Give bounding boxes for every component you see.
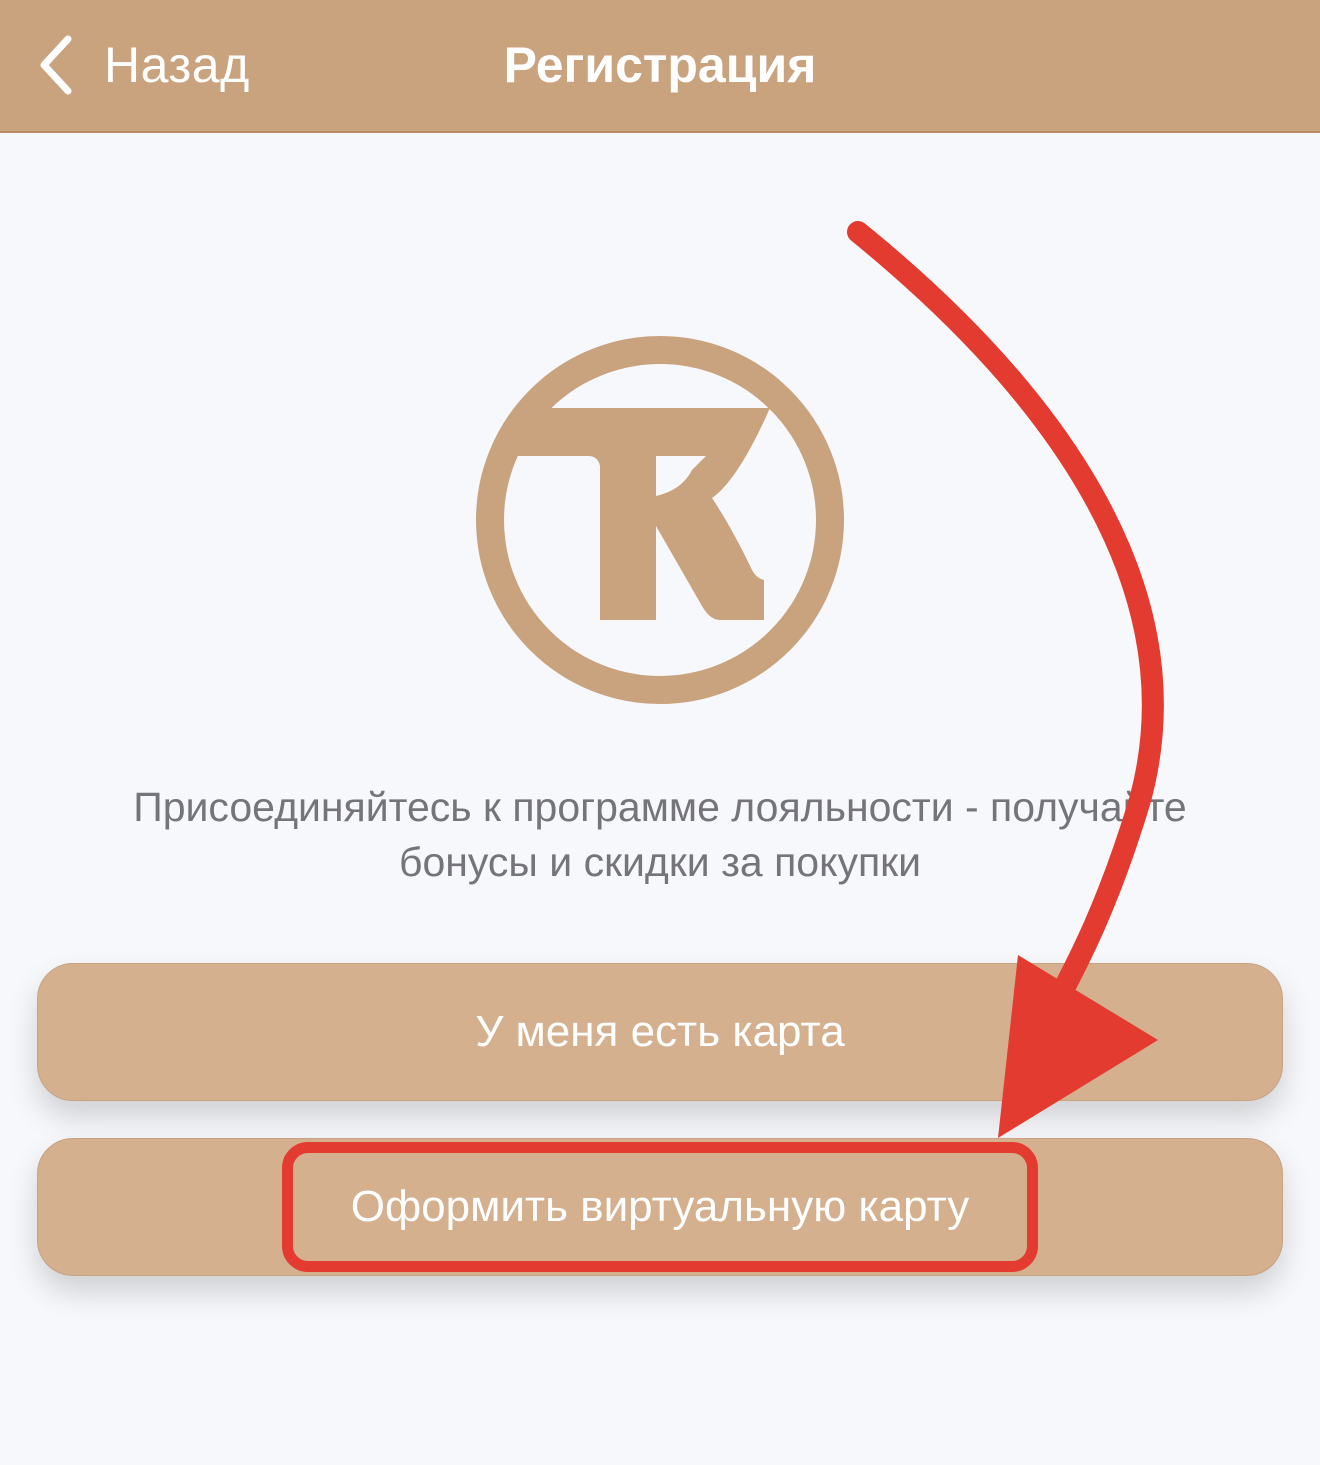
tagline: Присоединяйтесь к программе лояльности -… <box>20 780 1300 890</box>
virtual-card-button[interactable]: Оформить виртуальную карту <box>37 1138 1283 1276</box>
arrow-shaft <box>847 221 1164 1029</box>
tagline-line-2: бонусы и скидки за покупки <box>398 839 922 885</box>
logo-k-mark <box>510 408 770 620</box>
navigation-bar: Назад Регистрация <box>0 0 1320 133</box>
virtual-card-button-label: Оформить виртуальную карту <box>350 1182 970 1231</box>
brand-logo <box>476 336 844 704</box>
have-card-button[interactable]: У меня есть карта <box>37 963 1283 1101</box>
page-title: Регистрация <box>503 37 817 93</box>
have-card-button-label: У меня есть карта <box>475 1007 845 1056</box>
tagline-line-1: Присоединяйтесь к программе лояльности -… <box>133 784 1187 830</box>
